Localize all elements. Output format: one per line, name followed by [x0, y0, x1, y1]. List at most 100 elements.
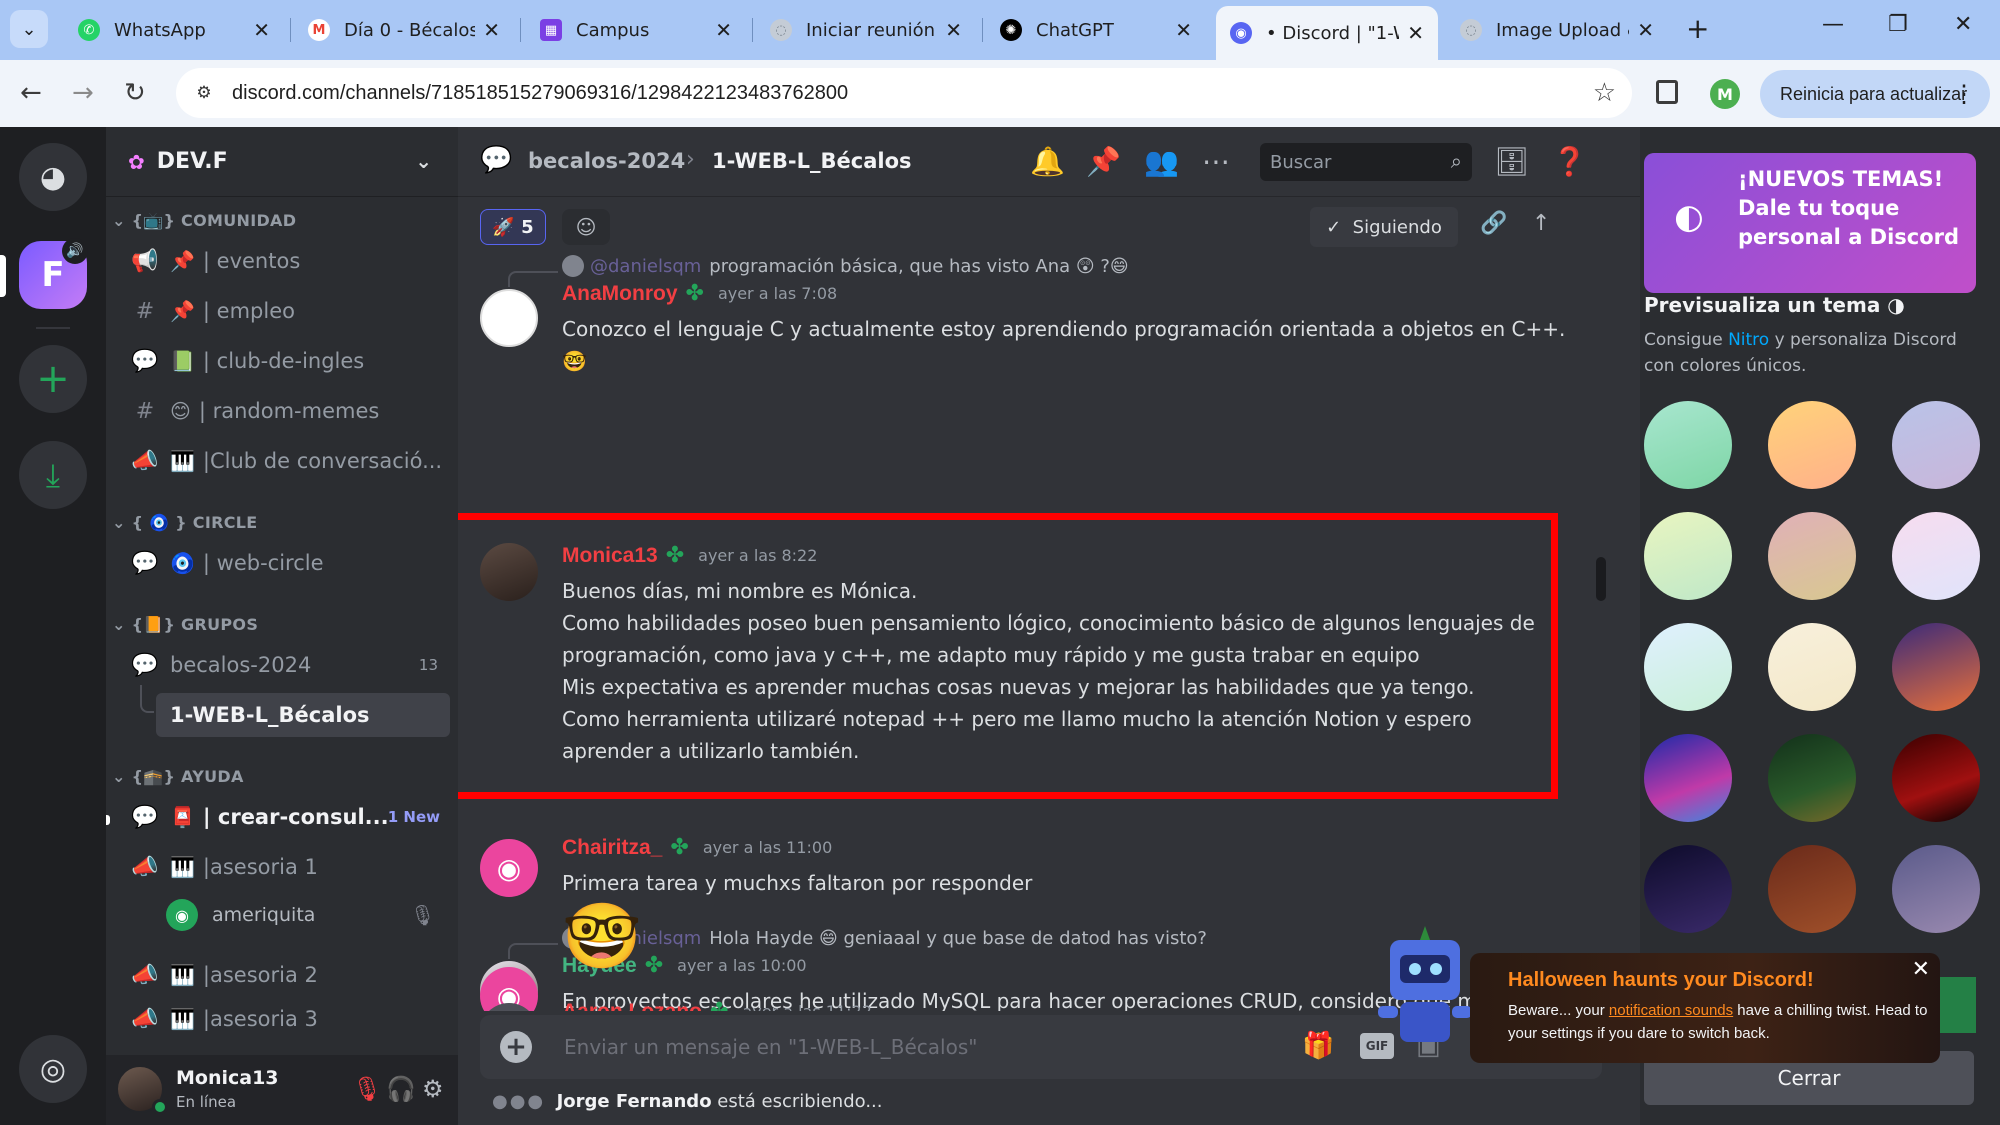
selected-server-indicator	[0, 255, 6, 297]
close-icon[interactable]: ✕	[483, 18, 500, 42]
channel-empleo[interactable]: # 📌 | empleo	[116, 289, 450, 333]
message-author[interactable]: Aaron Lozano	[562, 1000, 702, 1012]
close-icon[interactable]: ✕	[253, 18, 270, 42]
theme-swatch[interactable]	[1892, 734, 1980, 822]
avatar[interactable]	[480, 1003, 538, 1011]
user-name[interactable]: Monica13	[176, 1067, 279, 1089]
channel-asesoria-2[interactable]: 📣 🎹 |asesoria 2	[116, 953, 450, 997]
window-close-button[interactable]: ✕	[1954, 12, 1972, 37]
close-icon[interactable]: ✕	[715, 18, 732, 42]
bookmark-star-icon[interactable]: ☆	[1593, 78, 1616, 108]
theme-swatch[interactable]	[1768, 734, 1856, 822]
theme-swatch[interactable]	[1768, 623, 1856, 711]
channel-eventos[interactable]: 📢 📌 | eventos	[116, 239, 450, 283]
voice-user-ameriquita[interactable]: ◉ ameriquita	[166, 895, 315, 935]
category-circle[interactable]: ⌄ { 🧿 } CIRCLE	[112, 513, 257, 532]
message-author[interactable]: Chairitza_	[562, 836, 662, 860]
channel-crear-consulta[interactable]: 💬 📮 | crear-consul... 1 New	[116, 795, 450, 839]
channel-asesoria-1[interactable]: 📣 🎹 |asesoria 1	[116, 845, 450, 889]
tab-title: Día 0 - Bécalos T	[344, 19, 476, 41]
category-ayuda[interactable]: ⌄ {🕋} AYUDA	[112, 767, 244, 786]
forward-arrow-icon[interactable]: →	[72, 78, 94, 108]
server-header[interactable]: ✿ DEV.F ⌄	[106, 127, 458, 197]
tab-gmail[interactable]: M Día 0 - Bécalos T ✕	[294, 8, 514, 52]
gmail-icon: M	[308, 19, 330, 41]
category-comunidad[interactable]: ⌄ {📺} COMUNIDAD	[112, 211, 296, 230]
download-icon[interactable]: ⤓	[19, 441, 87, 509]
channel-asesoria-3[interactable]: 📣 🎹 |asesoria 3	[116, 1003, 450, 1035]
url-bar[interactable]: ⚙ discord.com/channels/71851851527906931…	[176, 68, 1632, 118]
headphones-icon[interactable]: 🎧	[386, 1075, 416, 1103]
tab-meeting[interactable]: ◌ Iniciar reunión - ✕	[756, 8, 976, 52]
gift-icon[interactable]: 🎁	[1302, 1031, 1334, 1061]
update-button[interactable]: Reinicia para actualizar ⋮	[1760, 70, 1990, 118]
discord-home-icon[interactable]: ◕	[19, 143, 87, 211]
restore-button[interactable]: ❐	[1888, 12, 1908, 37]
theme-swatch[interactable]	[1644, 401, 1732, 489]
theme-swatch[interactable]	[1768, 401, 1856, 489]
theme-swatch[interactable]	[1892, 623, 1980, 711]
theme-swatch[interactable]	[1768, 845, 1856, 933]
tab-title: ChatGPT	[1036, 19, 1114, 41]
hash-icon: #	[135, 298, 155, 324]
forum-icon: 💬	[131, 652, 159, 678]
theme-swatch[interactable]	[1768, 512, 1856, 600]
kebab-menu-icon[interactable]: ⋮	[1952, 80, 1976, 109]
theme-swatch[interactable]	[1644, 623, 1732, 711]
notification-sounds-link[interactable]: notification sounds	[1609, 1002, 1733, 1019]
chevron-down-icon[interactable]: ⌄	[415, 149, 432, 173]
theme-swatch[interactable]	[1644, 845, 1732, 933]
discord-default-avatar-icon[interactable]: ◉	[480, 839, 538, 897]
rail-divider	[36, 327, 70, 329]
message-timestamp: ayer a las 11:22	[742, 1002, 871, 1011]
tab-chatgpt[interactable]: ✺ ChatGPT ✕	[986, 8, 1206, 52]
category-grupos[interactable]: ⌄ {📙} GRUPOS	[112, 615, 258, 634]
tab-image-upload[interactable]: ◌ Image Upload & ✕	[1446, 8, 1668, 52]
scrollbar-thumb[interactable]	[1596, 557, 1606, 601]
forum-icon: 💬	[131, 348, 159, 374]
channel-web-circle[interactable]: 💬 🧿 | web-circle	[116, 541, 450, 585]
gear-icon[interactable]: ⚙	[422, 1075, 444, 1103]
channel-random-memes[interactable]: # 😊 | random-memes	[116, 389, 450, 433]
close-icon[interactable]: ✕	[945, 18, 962, 42]
url-text: discord.com/channels/718518515279069316/…	[232, 81, 849, 104]
tab-campus[interactable]: ▦ Campus ✕	[526, 8, 746, 52]
message-content: Primera tarea y muchxs faltaron por resp…	[562, 871, 1033, 895]
discover-icon[interactable]: ◎	[19, 1035, 87, 1103]
theme-swatch[interactable]	[1892, 512, 1980, 600]
close-icon[interactable]: ✕	[1912, 957, 1930, 982]
server-boost-icon: ✿	[128, 149, 145, 174]
clover-badge-icon: ✤	[670, 835, 689, 860]
theme-swatch[interactable]	[1892, 401, 1980, 489]
close-icon[interactable]: ✕	[1637, 18, 1654, 42]
channel-club-de-ingles[interactable]: 💬 📗 | club-de-ingles	[116, 339, 450, 383]
robot-mascot-icon	[1378, 926, 1472, 1042]
back-arrow-icon[interactable]: ←	[20, 78, 42, 108]
site-info-icon[interactable]: ⚙	[188, 77, 220, 109]
theme-swatch[interactable]	[1892, 845, 1980, 933]
nitro-link[interactable]: Nitro	[1728, 330, 1769, 350]
new-tab-button[interactable]: +	[1686, 12, 1709, 45]
reload-icon[interactable]: ↻	[124, 78, 146, 108]
theme-swatch[interactable]	[1644, 512, 1732, 600]
theme-swatch[interactable]	[1644, 734, 1732, 822]
add-server-icon[interactable]: +	[19, 345, 87, 413]
thread-1-web-l-becalos[interactable]: 1-WEB-L_Bécalos	[156, 693, 450, 737]
tab-title: • Discord | "1-W	[1266, 22, 1400, 44]
server-name: DEV.F	[156, 149, 228, 174]
close-icon[interactable]: ✕	[1407, 21, 1424, 45]
tab-title: Image Upload &	[1496, 19, 1630, 41]
tab-search-button[interactable]: ⌄	[10, 10, 48, 48]
side-panel-icon[interactable]	[1656, 80, 1678, 104]
mic-muted-icon[interactable]: 🎙	[352, 1075, 382, 1103]
plus-circle-icon[interactable]: +	[500, 1031, 532, 1063]
nitro-themes-banner[interactable]: ◐ ¡NUEVOS TEMAS! Dale tu toque personal …	[1644, 153, 1976, 293]
tab-discord-active[interactable]: ◉ • Discord | "1-W ✕	[1216, 6, 1438, 60]
tab-whatsapp[interactable]: ✆ WhatsApp ✕	[64, 8, 284, 52]
stage-icon: 📣	[131, 854, 159, 880]
channel-club-conversacion[interactable]: 📣 🎹 |Club de conversació...	[116, 439, 450, 483]
channel-becalos-2024[interactable]: 💬 becalos-2024 13	[116, 643, 450, 687]
profile-avatar[interactable]: M	[1710, 79, 1740, 109]
close-icon[interactable]: ✕	[1175, 18, 1192, 42]
minimize-button[interactable]: —	[1822, 12, 1844, 37]
